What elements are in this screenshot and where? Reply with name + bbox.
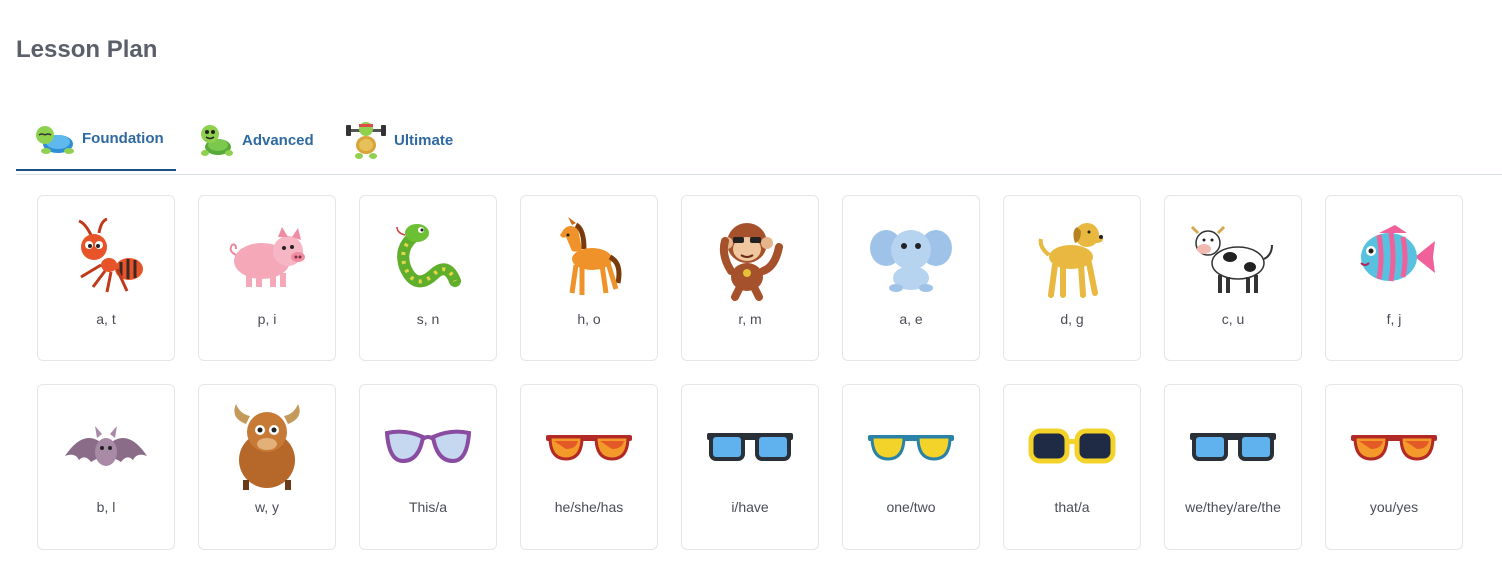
monkey-icon (719, 223, 783, 301)
lesson-card[interactable]: c, u (1164, 195, 1302, 361)
tab-bar: Foundation Advanced Ultimate (16, 108, 1502, 175)
cow-icon (1190, 225, 1273, 293)
lesson-card[interactable]: This/a (359, 384, 497, 550)
tab-foundation-label: Foundation (82, 130, 164, 147)
lesson-card-label: This/a (408, 499, 448, 515)
dog-icon (1038, 223, 1103, 298)
lesson-card-label: f, j (1386, 311, 1402, 327)
lesson-card-label: h, o (577, 311, 601, 327)
yellow-frame-glasses-icon (1028, 428, 1116, 464)
lesson-card-label: r, m (738, 311, 762, 327)
tab-advanced-label: Advanced (242, 131, 314, 149)
lesson-card-label: one/two (886, 499, 936, 515)
lesson-card[interactable]: d, g (1003, 195, 1141, 361)
lesson-card-label: d, g (1060, 311, 1084, 327)
lesson-card-label: that/a (1054, 499, 1090, 515)
red-sunglasses-icon (546, 435, 632, 461)
tab-foundation[interactable]: Foundation (16, 108, 176, 171)
lesson-card[interactable]: r, m (681, 195, 819, 361)
lesson-card-label: b, l (96, 499, 116, 515)
red-sunglasses-icon (1351, 435, 1437, 461)
lesson-card[interactable]: i/have (681, 384, 819, 550)
yellow-sunglasses-icon (868, 435, 954, 461)
lesson-card[interactable]: we/they/are/the (1164, 384, 1302, 550)
lesson-card-label: p, i (257, 311, 277, 327)
lesson-card[interactable]: s, n (359, 195, 497, 361)
blue-sunglasses-icon (1190, 433, 1276, 461)
bat-icon (65, 426, 147, 466)
lesson-card[interactable]: p, i (198, 195, 336, 361)
blue-sunglasses-icon (707, 433, 793, 461)
lesson-card-label: we/they/are/the (1185, 499, 1281, 515)
horse-icon (560, 217, 622, 295)
yak-icon (234, 404, 300, 490)
lesson-card[interactable]: b, l (37, 384, 175, 550)
lesson-card[interactable]: a, t (37, 195, 175, 361)
lesson-card-label: i/have (731, 499, 769, 515)
turtle-weightlifting-icon (346, 122, 386, 159)
lesson-card[interactable]: one/two (842, 384, 980, 550)
cat-eye-glasses-icon (384, 429, 472, 464)
lesson-card-label: w, y (254, 499, 280, 515)
lesson-card[interactable]: he/she/has (520, 384, 658, 550)
tab-ultimate[interactable]: Ultimate (344, 108, 453, 172)
elephant-icon (870, 230, 952, 292)
page-title: Lesson Plan (16, 36, 158, 63)
lesson-card-label: a, t (96, 311, 116, 327)
lesson-card[interactable]: w, y (198, 384, 336, 550)
lesson-card-label: you/yes (1369, 499, 1419, 515)
turtle-sleeping-icon (36, 125, 74, 154)
lesson-card[interactable]: f, j (1325, 195, 1463, 361)
snake-icon (396, 224, 461, 288)
turtle-smiling-icon (201, 125, 233, 156)
lesson-card-label: he/she/has (554, 499, 624, 515)
lesson-card[interactable]: that/a (1003, 384, 1141, 550)
lesson-card-label: s, n (416, 311, 440, 327)
pig-icon (229, 227, 305, 287)
lesson-card-label: a, e (899, 311, 923, 327)
lesson-card-label: c, u (1221, 311, 1245, 327)
tab-advanced[interactable]: Advanced (194, 108, 314, 172)
tab-ultimate-label: Ultimate (394, 131, 454, 149)
lesson-card[interactable]: a, e (842, 195, 980, 361)
lesson-card[interactable]: you/yes (1325, 384, 1463, 550)
lesson-card[interactable]: h, o (520, 195, 658, 361)
fish-icon (1360, 225, 1435, 282)
ant-icon (78, 217, 143, 293)
